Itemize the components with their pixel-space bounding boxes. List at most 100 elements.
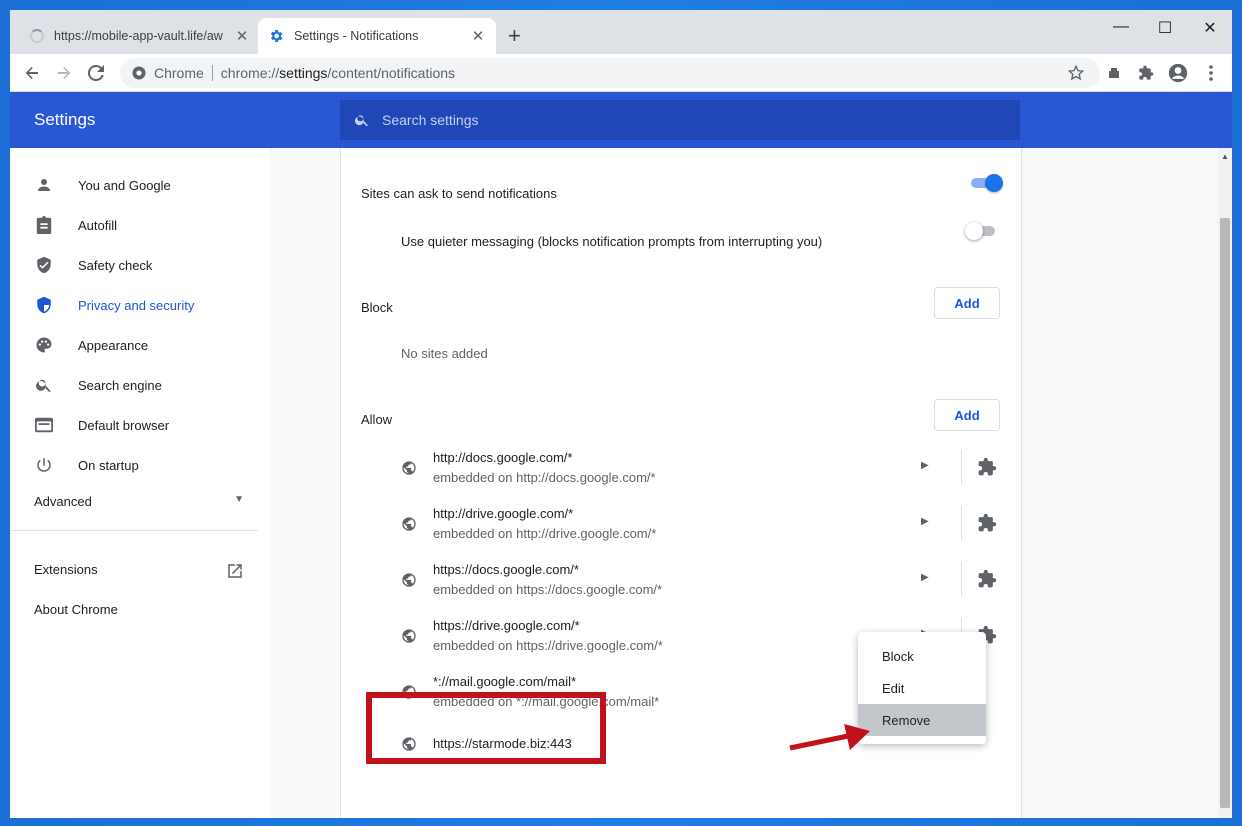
clipboard-icon (34, 215, 54, 235)
extension-puzzle-icon (978, 513, 997, 532)
sidebar-item-default-browser[interactable]: Default browser (10, 405, 270, 445)
kebab-menu-icon[interactable] (1201, 63, 1221, 83)
quieter-messaging-toggle[interactable] (965, 222, 999, 240)
settings-sidebar: You and Google Autofill Safety check Pri… (10, 148, 270, 818)
extensions-label: Extensions (34, 562, 98, 577)
close-icon[interactable]: ✕ (470, 27, 486, 45)
block-section-title: Block (361, 300, 393, 315)
row-divider (961, 450, 962, 484)
chrome-chip: Chrome (132, 65, 204, 81)
extension-puzzle-icon (978, 569, 997, 588)
page-title: Settings (34, 110, 96, 129)
annotation-arrow-icon (789, 724, 870, 751)
palette-icon (34, 335, 54, 355)
tab-settings[interactable]: Settings - Notifications ✕ (258, 18, 496, 54)
shield-icon (34, 295, 54, 315)
tab-loading-site[interactable]: https://mobile-app-vault.life/aw ✕ (20, 18, 260, 54)
scroll-up-arrow-icon[interactable]: ▲ (1221, 152, 1229, 161)
globe-icon (402, 517, 416, 531)
sidebar-item-safety-check[interactable]: Safety check (10, 245, 270, 285)
site-url: *://mail.google.com/mail* (433, 674, 577, 689)
list-item[interactable]: http://docs.google.com/* embedded on htt… (341, 440, 1021, 496)
arrow-right-icon[interactable]: ▶ (921, 516, 929, 527)
url-text: chrome://settings/content/notifications (220, 65, 456, 81)
extension-bug-icon[interactable] (1104, 63, 1124, 83)
sidebar-item-search-engine[interactable]: Search engine (10, 365, 270, 405)
site-url: http://drive.google.com/* (433, 506, 574, 521)
loading-spinner-icon (30, 29, 44, 43)
tab-strip: https://mobile-app-vault.life/aw ✕ Setti… (10, 10, 1232, 54)
allow-add-button[interactable]: Add (934, 399, 1000, 431)
caret-down-icon: ▼ (234, 494, 244, 505)
sidebar-item-appearance[interactable]: Appearance (10, 325, 270, 365)
shield-check-icon (34, 255, 54, 275)
arrow-right-icon[interactable]: ▶ (921, 572, 929, 583)
close-window-button[interactable]: ✕ (1195, 18, 1225, 38)
block-add-button[interactable]: Add (934, 287, 1000, 319)
sites-can-ask-label: Sites can ask to send notifications (361, 186, 557, 201)
gear-icon (270, 30, 283, 42)
site-embedded-on: embedded on https://drive.google.com/* (433, 638, 663, 653)
globe-icon (402, 573, 416, 587)
sidebar-item-autofill[interactable]: Autofill (10, 205, 270, 245)
sidebar-item-label: Appearance (78, 337, 149, 353)
sidebar-item-label: On startup (78, 457, 139, 473)
sidebar-item-label: You and Google (78, 177, 171, 193)
reload-icon[interactable] (86, 63, 106, 83)
extension-puzzle-icon (978, 457, 997, 476)
site-embedded-on: embedded on https://docs.google.com/* (433, 582, 663, 597)
site-url: https://docs.google.com/* (433, 562, 579, 577)
sidebar-item-label: Safety check (78, 257, 153, 273)
menu-item-remove[interactable]: Remove (858, 704, 986, 736)
open-in-new-icon (228, 564, 242, 578)
site-embedded-on: embedded on http://drive.google.com/* (433, 526, 657, 541)
sidebar-item-label: Autofill (78, 217, 118, 233)
search-icon (354, 115, 368, 127)
scroll-thumb[interactable] (1220, 218, 1230, 808)
list-item[interactable]: https://docs.google.com/* embedded on ht… (341, 552, 1021, 608)
context-menu: Block Edit Remove (858, 632, 986, 744)
sidebar-item-about-chrome[interactable]: About Chrome (34, 602, 118, 617)
advanced-label: Advanced (34, 494, 92, 509)
sidebar-item-label: Privacy and security (78, 297, 195, 313)
person-icon (34, 175, 54, 195)
power-icon (34, 455, 54, 475)
menu-item-block[interactable]: Block (858, 640, 986, 672)
site-embedded-on: embedded on http://docs.google.com/* (433, 470, 656, 485)
sidebar-item-privacy-and-security[interactable]: Privacy and security (10, 285, 270, 325)
close-icon[interactable]: ✕ (234, 27, 250, 45)
list-item[interactable]: http://drive.google.com/* embedded on ht… (341, 496, 1021, 552)
maximize-button[interactable]: ☐ (1150, 18, 1180, 38)
tab-title: https://mobile-app-vault.life/aw (54, 29, 223, 43)
menu-item-edit[interactable]: Edit (858, 672, 986, 704)
sidebar-item-label: Default browser (78, 417, 170, 433)
sidebar-item-extensions[interactable]: Extensions (34, 562, 244, 580)
address-bar[interactable]: Chrome chrome://settings/content/notific… (120, 58, 1100, 88)
browser-window: https://mobile-app-vault.life/aw ✕ Setti… (10, 10, 1232, 818)
sites-can-ask-toggle[interactable] (969, 174, 1003, 192)
omnibox-divider (211, 65, 213, 81)
sidebar-item-label: Search engine (78, 377, 162, 393)
profile-avatar-icon[interactable] (1168, 63, 1188, 83)
no-sites-text: No sites added (401, 346, 488, 361)
forward-arrow-icon[interactable] (54, 63, 74, 83)
chrome-logo-icon (132, 66, 146, 80)
minimize-button[interactable]: — (1106, 18, 1136, 36)
arrow-right-icon[interactable]: ▶ (921, 460, 929, 471)
back-arrow-icon[interactable] (22, 63, 42, 83)
browser-icon (34, 415, 54, 435)
settings-header: Settings Search settings (10, 92, 1232, 148)
search-input[interactable]: Search settings (340, 100, 1020, 140)
bookmark-star-icon[interactable] (1066, 63, 1086, 83)
row-divider (961, 562, 962, 596)
globe-icon (402, 629, 416, 643)
sidebar-advanced[interactable]: Advanced ▼ (34, 494, 244, 509)
extensions-puzzle-icon[interactable] (1136, 63, 1156, 83)
search-placeholder: Search settings (382, 112, 479, 128)
scrollbar[interactable]: ▲ (1218, 148, 1232, 818)
new-tab-button[interactable]: + (508, 24, 521, 48)
quieter-messaging-label: Use quieter messaging (blocks notificati… (401, 234, 823, 249)
sidebar-item-on-startup[interactable]: On startup (10, 445, 270, 485)
sidebar-item-you-and-google[interactable]: You and Google (10, 165, 270, 205)
globe-icon (402, 461, 416, 475)
